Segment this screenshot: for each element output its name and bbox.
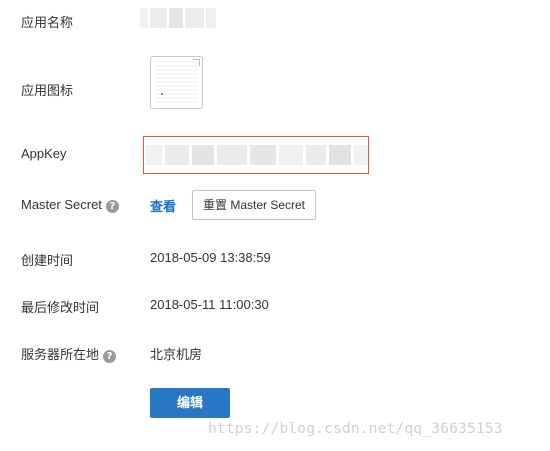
- app-name-value-redacted: [140, 8, 216, 28]
- app-icon-corner: [193, 59, 200, 66]
- server-location-value: 北京机房: [150, 347, 203, 362]
- appkey-value-box: [143, 136, 369, 174]
- appkey-label: AppKey: [21, 146, 67, 161]
- created-time-label: 创建时间: [21, 253, 74, 268]
- watermark: https://blog.csdn.net/qq_36635153: [208, 421, 503, 437]
- master-secret-label-text: Master Secret: [21, 197, 102, 212]
- help-icon[interactable]: ?: [103, 350, 117, 363]
- app-name-label: 应用名称: [21, 15, 74, 30]
- app-icon-label: 应用图标: [21, 83, 74, 98]
- server-location-label-text: 服务器所在地: [21, 347, 100, 362]
- modified-time-value: 2018-05-11 11:00:30: [150, 297, 269, 312]
- app-icon-thumbnail[interactable]: [150, 56, 203, 109]
- view-master-secret-link[interactable]: 查看: [150, 196, 176, 215]
- appkey-value-redacted: [146, 145, 368, 165]
- app-icon-dot: [161, 93, 163, 95]
- modified-time-label: 最后修改时间: [21, 300, 100, 315]
- app-icon-image: [155, 61, 198, 104]
- master-secret-label: Master Secret?: [21, 197, 119, 213]
- reset-master-secret-button[interactable]: 重置 Master Secret: [192, 190, 316, 220]
- server-location-label: 服务器所在地?: [21, 344, 117, 363]
- help-icon[interactable]: ?: [105, 200, 119, 213]
- edit-button[interactable]: 编辑: [150, 388, 230, 418]
- created-time-value: 2018-05-09 13:38:59: [150, 250, 271, 265]
